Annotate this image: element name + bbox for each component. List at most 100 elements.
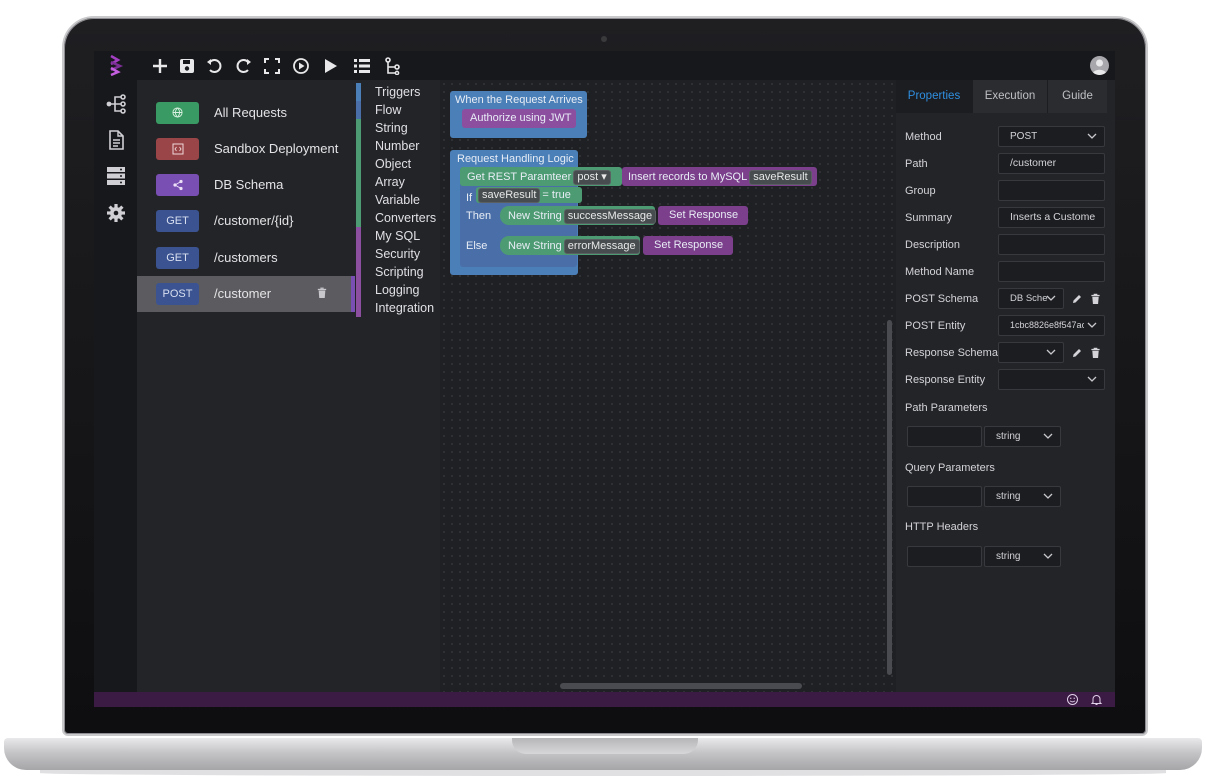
- trash-icon[interactable]: [1090, 346, 1102, 359]
- bell-icon[interactable]: [1090, 693, 1103, 706]
- globe-icon: [156, 102, 199, 124]
- trigger-block[interactable]: When the Request Arrives Authorize using…: [450, 91, 587, 138]
- method-badge: POST: [156, 283, 199, 305]
- category-flow[interactable]: Flow: [355, 101, 440, 119]
- request-item-all-requests[interactable]: All Requests: [137, 95, 355, 131]
- save-icon[interactable]: [177, 56, 197, 76]
- set-response-block-error[interactable]: Set Response: [643, 236, 733, 255]
- redo-icon[interactable]: [233, 56, 253, 76]
- variable-slot[interactable]: successMessage: [563, 209, 657, 224]
- app-window: All Requests Sandbox Deployment DB Schem…: [94, 51, 1115, 707]
- category-object[interactable]: Object: [355, 155, 440, 173]
- tab-guide[interactable]: Guide: [1047, 80, 1107, 113]
- post-entity-label: POST Entity: [905, 320, 966, 332]
- category-scripting[interactable]: Scripting: [355, 263, 440, 281]
- database-icon[interactable]: [105, 165, 127, 187]
- category-triggers[interactable]: Triggers: [355, 83, 440, 101]
- request-item-db-schema[interactable]: DB Schema: [137, 167, 355, 203]
- chevron-down-icon: [1043, 553, 1053, 559]
- response-entity-select[interactable]: [998, 369, 1105, 390]
- category-array[interactable]: Array: [355, 173, 440, 191]
- post-schema-select[interactable]: DB Sche: [998, 288, 1064, 309]
- summary-input[interactable]: Inserts a Custome: [998, 207, 1105, 228]
- request-item-post-customer[interactable]: POST /customer: [137, 276, 355, 312]
- workspace-vertical-scrollbar[interactable]: [887, 320, 892, 675]
- trash-icon[interactable]: [317, 286, 329, 300]
- path-param-type-select[interactable]: string: [984, 426, 1061, 447]
- http-headers-label: HTTP Headers: [905, 521, 979, 533]
- tab-execution[interactable]: Execution: [972, 80, 1047, 113]
- category-integration[interactable]: Integration: [355, 299, 440, 317]
- edit-icon[interactable]: [1071, 292, 1083, 304]
- chevron-down-icon: [1087, 322, 1097, 328]
- request-item-get-customers[interactable]: GET /customers: [137, 240, 355, 276]
- run-icon[interactable]: [320, 56, 340, 76]
- category-string[interactable]: String: [355, 119, 440, 137]
- new-string-block-success[interactable]: New String successMessage: [500, 206, 657, 225]
- block-categories: Triggers Flow String Number Object Array…: [355, 80, 440, 692]
- chevron-down-icon: [1043, 433, 1053, 439]
- chevron-down-icon: [1087, 376, 1097, 382]
- document-icon[interactable]: [105, 129, 127, 151]
- authorize-jwt-block[interactable]: Authorize using JWT: [462, 109, 576, 128]
- category-number[interactable]: Number: [355, 137, 440, 155]
- request-item-sandbox-deployment[interactable]: Sandbox Deployment: [137, 131, 355, 167]
- param-dropdown[interactable]: post ▾: [573, 170, 611, 185]
- debug-run-icon[interactable]: [291, 56, 311, 76]
- chevron-down-icon: [1087, 133, 1097, 139]
- path-input[interactable]: /customer: [998, 153, 1105, 174]
- block-workspace[interactable]: When the Request Arrives Authorize using…: [440, 80, 896, 692]
- status-bar: [94, 692, 1115, 707]
- request-item-get-customer-id[interactable]: GET /customer/{id}: [137, 203, 355, 239]
- trash-icon[interactable]: [1090, 292, 1102, 305]
- path-param-name-input[interactable]: [907, 426, 982, 447]
- fullscreen-icon[interactable]: [262, 56, 282, 76]
- category-mysql[interactable]: My SQL: [355, 227, 440, 245]
- insert-mysql-block[interactable]: Insert records to MySQL saveResult: [622, 167, 817, 186]
- post-schema-label: POST Schema: [905, 293, 979, 305]
- summary-label: Summary: [905, 212, 953, 224]
- smiley-icon[interactable]: [1066, 693, 1079, 706]
- laptop-shadow: [40, 770, 1166, 776]
- group-input[interactable]: [998, 180, 1105, 201]
- method-select[interactable]: POST: [998, 126, 1105, 147]
- workspace-horizontal-scrollbar[interactable]: [560, 683, 802, 689]
- list-icon[interactable]: [352, 56, 372, 76]
- http-header-name-input[interactable]: [907, 546, 982, 567]
- logo-icon: [110, 54, 124, 77]
- add-icon[interactable]: [150, 56, 170, 76]
- condition-block[interactable]: saveResult = true: [476, 187, 582, 203]
- request-label: DB Schema: [214, 177, 284, 192]
- get-rest-param-block[interactable]: Get REST Paramteer post ▾: [460, 167, 622, 186]
- edit-icon[interactable]: [1071, 346, 1083, 358]
- query-param-type-select[interactable]: string: [984, 486, 1061, 507]
- query-param-name-input[interactable]: [907, 486, 982, 507]
- properties-tabs: Properties Execution Guide: [896, 80, 1115, 113]
- undo-icon[interactable]: [205, 56, 225, 76]
- variable-slot[interactable]: errorMessage: [563, 239, 640, 254]
- code-icon: [156, 138, 199, 160]
- category-logging[interactable]: Logging: [355, 281, 440, 299]
- category-security[interactable]: Security: [355, 245, 440, 263]
- category-variable[interactable]: Variable: [355, 191, 440, 209]
- category-converters[interactable]: Converters: [355, 209, 440, 227]
- avatar[interactable]: [1090, 56, 1109, 75]
- flow-icon[interactable]: [383, 56, 403, 76]
- new-string-block-error[interactable]: New String errorMessage: [500, 236, 640, 255]
- post-entity-select[interactable]: 1cbc8826e8f547ac: [998, 315, 1105, 336]
- method-badge: GET: [156, 210, 199, 232]
- set-response-block-success[interactable]: Set Response: [658, 206, 748, 225]
- path-parameters-label: Path Parameters: [905, 402, 988, 414]
- settings-icon[interactable]: [105, 202, 127, 224]
- response-schema-select[interactable]: [998, 342, 1064, 363]
- variable-slot[interactable]: saveResult: [478, 188, 541, 203]
- share-icon: [156, 174, 199, 196]
- group-label: Group: [905, 185, 936, 197]
- variable-slot[interactable]: saveResult: [749, 170, 812, 185]
- tab-properties[interactable]: Properties: [896, 80, 972, 113]
- http-header-type-select[interactable]: string: [984, 546, 1061, 567]
- description-input[interactable]: [998, 234, 1105, 255]
- method-name-input[interactable]: [998, 261, 1105, 282]
- icon-sidebar: [94, 80, 137, 692]
- api-tree-icon[interactable]: [105, 93, 127, 115]
